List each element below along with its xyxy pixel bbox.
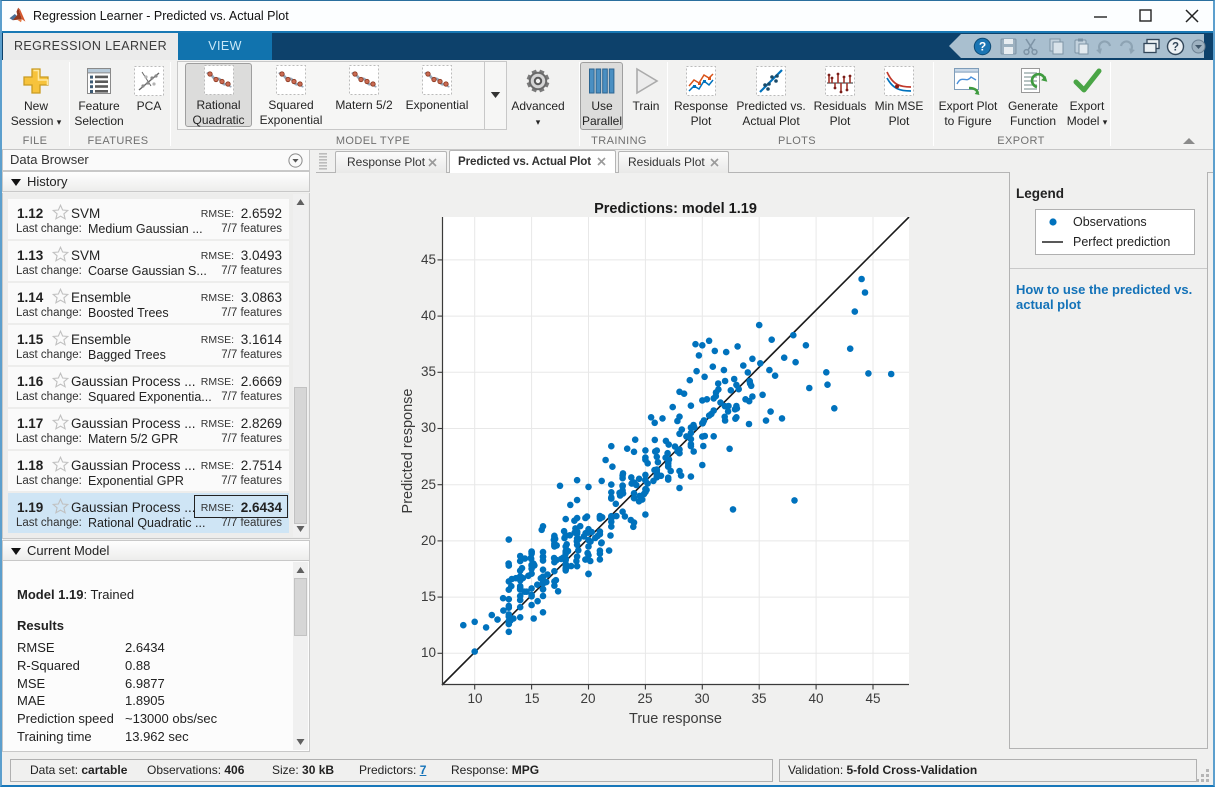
svg-text:?: ?	[1172, 42, 1179, 54]
svg-text:?: ?	[979, 40, 986, 54]
